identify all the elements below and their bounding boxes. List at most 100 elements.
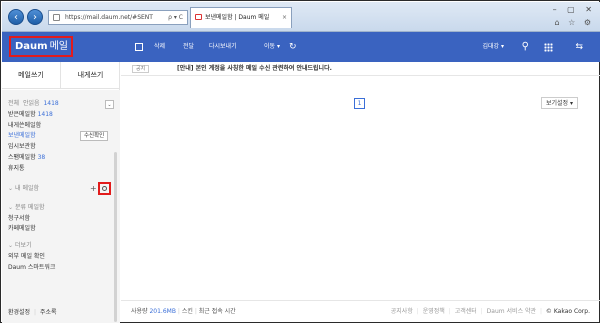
folder-label: 스팸메일함 <box>8 153 36 161</box>
chevron-down-icon: ⌄ <box>8 203 14 211</box>
select-all-checkbox[interactable] <box>135 43 143 51</box>
categories-section[interactable]: ⌄ 분류 메일함 <box>8 202 114 214</box>
url-text: https://mail.daum.net/#SENT <box>65 14 153 21</box>
address-book-link[interactable]: 주소록 <box>40 309 57 316</box>
section-title: 분류 메일함 <box>15 203 45 211</box>
copyright: © Kakao Corp. <box>545 308 590 315</box>
delete-button[interactable]: 삭제 <box>154 32 165 62</box>
notice-link[interactable]: 공지사항 <box>391 308 413 315</box>
daum-mail-logo[interactable]: Daum 메일 <box>9 36 73 57</box>
logo-brand: Daum <box>15 41 48 52</box>
sidebar-scrollbar[interactable] <box>114 152 117 322</box>
divider: | <box>194 308 197 315</box>
my-mailbox-section[interactable]: ⌄ 내 메일함 + <box>8 181 114 195</box>
section-title: 내 메일함 <box>15 184 40 192</box>
sidebar-item-drafts[interactable]: 임시보관함 <box>8 142 114 153</box>
close-tab-icon[interactable]: × <box>282 8 287 27</box>
section-title: 더보기 <box>15 242 32 250</box>
divider: | <box>34 309 37 316</box>
summary-unread-label[interactable]: 안읽음 <box>23 100 40 107</box>
mail-list-area: 공지 [안내] 본인 계정을 사칭한 메일 수신 관련하여 안내드립니다. 1 … <box>121 62 600 323</box>
footer-links: 공지사항 | 운영정책 | 고객센터 | Daum 서비스 약관 | © Kak… <box>391 301 590 323</box>
address-tools[interactable]: ρ ▾ C <box>168 11 183 24</box>
folder-count: 1418 <box>37 110 53 118</box>
browser-window: ‹ › https://mail.daum.net/#SENT ρ ▾ C 보낸… <box>0 0 600 323</box>
browser-toolbar: ‹ › https://mail.daum.net/#SENT ρ ▾ C 보낸… <box>2 2 600 32</box>
page-number[interactable]: 1 <box>354 98 365 109</box>
sidebar-item-inbox[interactable]: 받은메일함 1418 <box>8 110 114 121</box>
browser-tab[interactable]: 보낸메일함 | Daum 메일 × <box>190 7 292 28</box>
divider: | <box>416 308 419 315</box>
usage-label: 사용량 <box>131 308 148 315</box>
view-settings-dropdown[interactable]: 보기설정 ▾ <box>541 97 578 109</box>
sidebar-footer: 환경설정 | 주소록 <box>8 307 57 316</box>
sidebar-item-trash[interactable]: 휴지통 <box>8 164 114 175</box>
summary-all-label[interactable]: 전체 <box>8 100 19 107</box>
folder-label: Daum 스마트워크 <box>8 263 56 271</box>
folder-list: 전체 안읽음 1418 ⌄ 받은메일함 1418 내게쓴메일함 보낸메일함 수신확… <box>8 99 114 274</box>
divider: | <box>539 308 542 315</box>
chevron-down-icon: ⌄ <box>8 242 14 250</box>
logo-product: 메일 <box>49 41 68 52</box>
recent-login-link[interactable]: 최근 접속 시간 <box>199 308 236 315</box>
folder-label: 외부 메일 확인 <box>8 253 45 261</box>
sidebar-item-spam[interactable]: 스팸메일함 38 <box>8 153 114 164</box>
settings-link[interactable]: 환경설정 <box>8 309 30 316</box>
notice-text[interactable]: [안내] 본인 계정을 사칭한 메일 수신 관련하여 안내드립니다. <box>177 62 332 76</box>
folder-label: 내게쓴메일함 <box>8 121 42 129</box>
page-footer: 사용량 201.6MB | 스킨 | 최근 접속 시간 공지사항 | 운영정책 … <box>121 300 600 322</box>
summary-unread-count: 1418 <box>43 100 59 107</box>
sidebar-item-self[interactable]: 내게쓴메일함 <box>8 121 114 132</box>
usage-value: 201.6MB <box>149 308 176 315</box>
browser-icons[interactable]: ⌂ ☆ ⚙ <box>554 18 594 27</box>
page-icon <box>53 14 60 21</box>
mailbox-settings-gear-icon[interactable] <box>98 181 111 195</box>
help-center-link[interactable]: 고객센터 <box>455 308 477 315</box>
folder-count: 38 <box>37 153 46 161</box>
read-receipt-button[interactable]: 수신확인 <box>80 131 109 142</box>
search-icon[interactable]: ⚲ <box>522 32 529 62</box>
divider: | <box>448 308 451 315</box>
compose-button[interactable]: 메일쓰기 <box>2 62 61 89</box>
window-controls[interactable]: – ▢ ✕ <box>553 5 596 14</box>
summary-toggle-icon[interactable]: ⌄ <box>105 100 114 109</box>
terms-link[interactable]: Daum 서비스 약관 <box>487 308 536 315</box>
forward-mail-button[interactable]: 전달 <box>183 32 194 62</box>
notice-badge: 공지 <box>132 65 150 73</box>
mail-favicon-icon <box>195 14 202 20</box>
skin-link[interactable]: 스킨 <box>182 308 193 315</box>
divider: | <box>480 308 483 315</box>
sidebar-item-bills[interactable]: 청구서함 <box>8 214 114 225</box>
chevron-down-icon: ⌄ <box>8 184 14 192</box>
folder-label: 받은메일함 <box>8 110 36 118</box>
sidebar-item-cafe[interactable]: 카페메일함 <box>8 224 114 235</box>
swap-icon[interactable]: ⇆ <box>575 32 583 62</box>
add-folder-icon[interactable]: + <box>90 183 97 195</box>
folder-label: 카페메일함 <box>8 225 36 233</box>
user-menu[interactable]: 김대강 ▾ <box>483 32 504 62</box>
forward-button[interactable]: › <box>27 9 43 25</box>
apps-grid-icon[interactable] <box>544 43 553 52</box>
mail-header: Daum 메일 삭제 전달 다시보내기 이동 ▾ ↻ 김대강 ▾ ⚲ ⇆ <box>2 32 600 62</box>
sidebar-item-smartwork[interactable]: Daum 스마트워크 <box>8 263 114 274</box>
tab-title: 보낸메일함 | Daum 메일 <box>205 14 270 21</box>
notice-bar[interactable]: 공지 [안내] 본인 계정을 사칭한 메일 수신 관련하여 안내드립니다. <box>121 62 600 76</box>
sidebar-item-sent[interactable]: 보낸메일함 수신확인 <box>8 131 114 142</box>
folder-label: 보낸메일함 <box>8 132 36 140</box>
sidebar: 메일쓰기 내게쓰기 전체 안읽음 1418 ⌄ 받은메일함 1418 내게쓴메일함… <box>2 62 120 323</box>
folder-label: 청구서함 <box>8 214 31 222</box>
divider: | <box>177 308 180 315</box>
folder-label: 임시보관함 <box>8 143 36 151</box>
folder-label: 휴지통 <box>8 164 25 172</box>
back-button[interactable]: ‹ <box>8 9 24 25</box>
compose-self-button[interactable]: 내게쓰기 <box>61 62 120 89</box>
refresh-icon[interactable]: ↻ <box>289 32 297 62</box>
mail-summary: 전체 안읽음 1418 ⌄ <box>8 99 114 110</box>
more-section[interactable]: ⌄ 더보기 <box>8 240 114 252</box>
policy-link[interactable]: 운영정책 <box>423 308 445 315</box>
resend-button[interactable]: 다시보내기 <box>209 32 237 62</box>
sidebar-item-external-mail[interactable]: 외부 메일 확인 <box>8 252 114 263</box>
move-dropdown[interactable]: 이동 ▾ <box>264 32 280 62</box>
usage-info: 사용량 201.6MB | 스킨 | 최근 접속 시간 <box>131 301 236 323</box>
address-bar[interactable]: https://mail.daum.net/#SENT ρ ▾ C <box>48 10 188 25</box>
